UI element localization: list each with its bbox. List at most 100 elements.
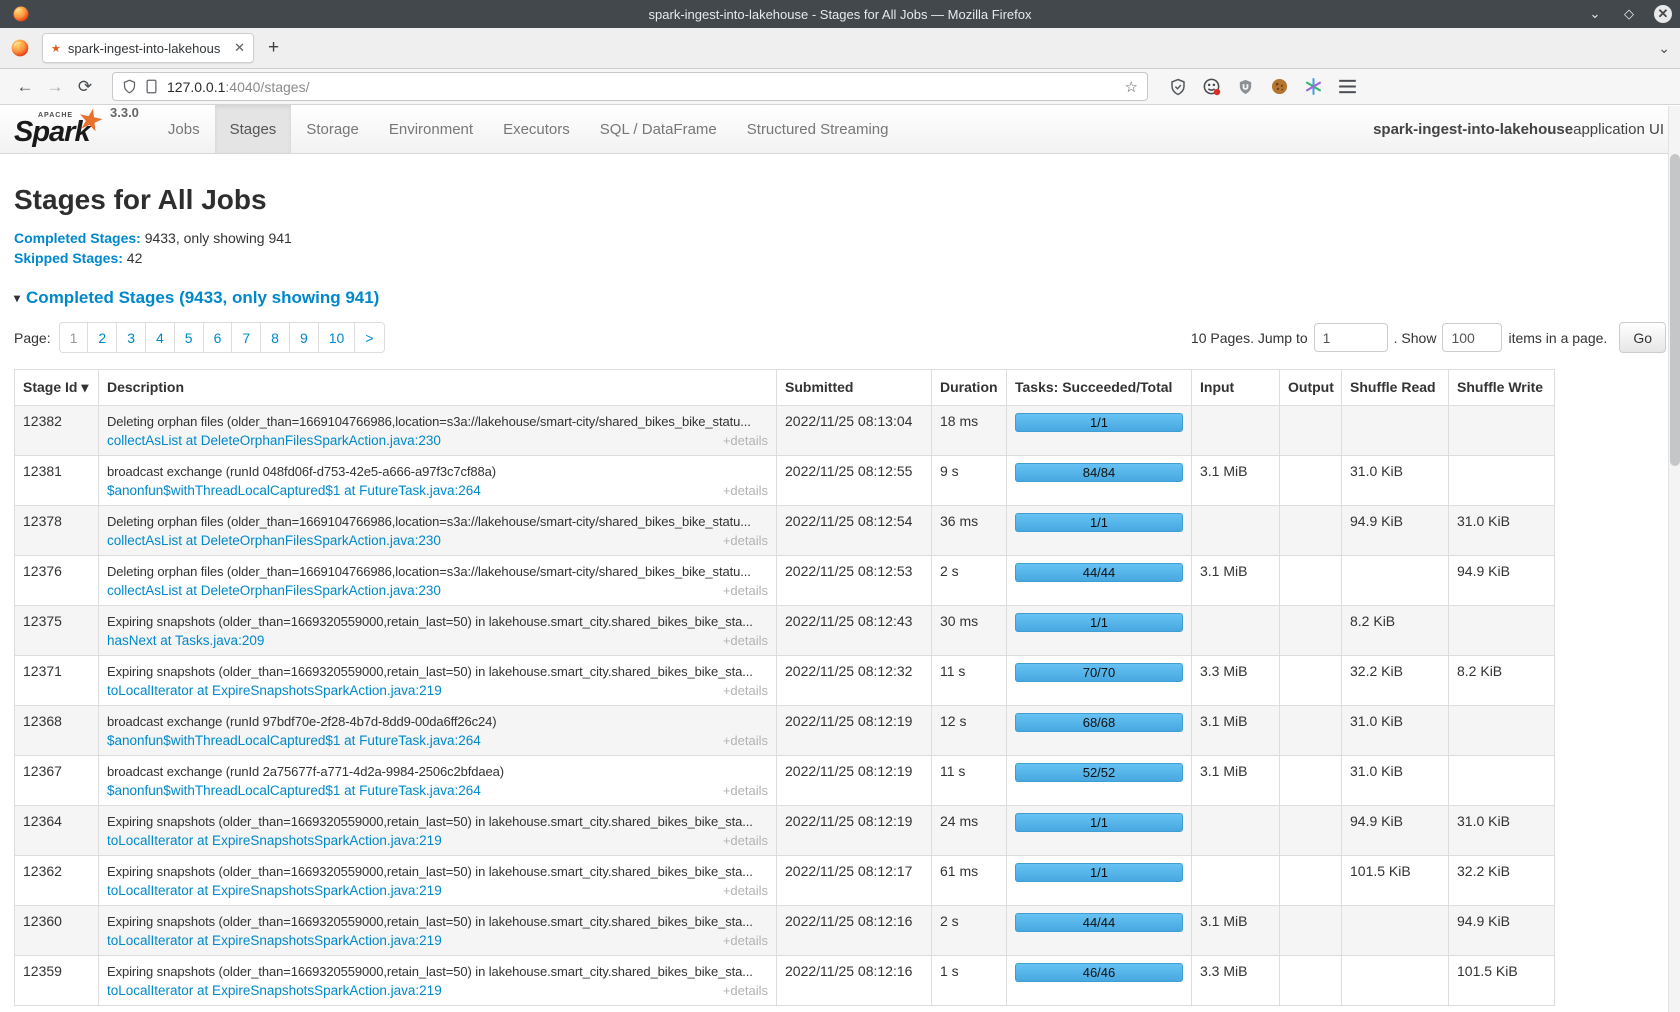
forward-button[interactable]: → [40, 77, 70, 97]
page-button-2[interactable]: 2 [87, 322, 117, 353]
spark-nav-item-stages[interactable]: Stages [215, 105, 292, 153]
stage-detail-link[interactable]: $anonfun$withThreadLocalCaptured$1 at Fu… [107, 483, 481, 498]
spark-nav-item-executors[interactable]: Executors [488, 105, 585, 153]
page-label: Page: [14, 330, 51, 346]
tasks-progress-bar: 1/1 [1015, 813, 1183, 832]
tracking-shield-icon[interactable] [122, 79, 137, 94]
window-close-button[interactable]: ✕ [1654, 5, 1672, 23]
tasks-cell: 46/46 [1007, 956, 1192, 1006]
page-button-6[interactable]: 6 [203, 322, 233, 353]
details-toggle[interactable]: +details [723, 933, 768, 948]
stage-description: Expiring snapshots (older_than=166932055… [107, 863, 768, 880]
stage-detail-link[interactable]: toLocalIterator at ExpireSnapshotsSparkA… [107, 683, 442, 698]
stage-detail-link[interactable]: toLocalIterator at ExpireSnapshotsSparkA… [107, 883, 442, 898]
details-toggle[interactable]: +details [723, 783, 768, 798]
details-toggle[interactable]: +details [723, 883, 768, 898]
details-toggle[interactable]: +details [723, 733, 768, 748]
items-per-page-input[interactable] [1442, 323, 1502, 352]
go-button[interactable]: Go [1619, 322, 1666, 353]
column-header-output[interactable]: Output [1280, 370, 1342, 406]
column-header-tasks-succeeded-total[interactable]: Tasks: Succeeded/Total [1007, 370, 1192, 406]
window-maximize-button[interactable]: ◇ [1620, 5, 1638, 23]
column-header-shuffle-read[interactable]: Shuffle Read [1342, 370, 1449, 406]
details-toggle[interactable]: +details [723, 483, 768, 498]
list-all-tabs-icon[interactable]: ⌄ [1658, 40, 1670, 57]
new-tab-button[interactable]: + [268, 37, 279, 59]
url-text[interactable]: 127.0.0.1:4040/stages/ [167, 79, 1125, 95]
shuffle-read-cell: 8.2 KiB [1342, 606, 1449, 656]
stage-detail-link[interactable]: collectAsList at DeleteOrphanFilesSparkA… [107, 433, 441, 448]
details-toggle[interactable]: +details [723, 983, 768, 998]
back-button[interactable]: ← [10, 77, 40, 97]
stage-detail-link[interactable]: collectAsList at DeleteOrphanFilesSparkA… [107, 583, 441, 598]
spark-logo[interactable]: APACHE Spark ★ [12, 105, 110, 153]
spark-nav-item-sql-dataframe[interactable]: SQL / DataFrame [585, 105, 732, 153]
tasks-progress-bar: 84/84 [1015, 463, 1183, 482]
description-cell: Expiring snapshots (older_than=166932055… [99, 806, 777, 856]
stage-detail-link[interactable]: $anonfun$withThreadLocalCaptured$1 at Fu… [107, 733, 481, 748]
stage-row-12367: 12367broadcast exchange (runId 2a75677f-… [15, 756, 1555, 806]
spark-nav-item-storage[interactable]: Storage [291, 105, 374, 153]
spark-favicon-icon: ★ [51, 42, 61, 55]
firefox-logo-icon [12, 5, 30, 23]
page-button-3[interactable]: 3 [116, 322, 146, 353]
input-cell: 3.3 MiB [1192, 956, 1280, 1006]
stage-detail-link[interactable]: $anonfun$withThreadLocalCaptured$1 at Fu… [107, 783, 481, 798]
site-info-icon[interactable] [145, 79, 158, 94]
extension-shield-check-icon[interactable] [1168, 77, 1187, 96]
stage-detail-link[interactable]: toLocalIterator at ExpireSnapshotsSparkA… [107, 833, 442, 848]
column-header-description[interactable]: Description [99, 370, 777, 406]
firefox-icon [10, 38, 30, 58]
page-button-7[interactable]: 7 [231, 322, 261, 353]
details-toggle[interactable]: +details [723, 433, 768, 448]
stage-detail-link[interactable]: hasNext at Tasks.java:209 [107, 633, 264, 648]
page-jump-controls: 10 Pages. Jump to . Show items in a page… [1191, 322, 1666, 353]
completed-stages-link[interactable]: Completed Stages: [14, 230, 141, 246]
page-button-4[interactable]: 4 [145, 322, 175, 353]
column-header-duration[interactable]: Duration [932, 370, 1007, 406]
page-button-1[interactable]: 1 [59, 322, 89, 353]
completed-stages-section-header[interactable]: ▾ Completed Stages (9433, only showing 9… [14, 288, 1666, 308]
page-button-5[interactable]: 5 [174, 322, 204, 353]
stage-detail-link[interactable]: toLocalIterator at ExpireSnapshotsSparkA… [107, 933, 442, 948]
browser-tab[interactable]: ★ spark-ingest-into-lakehous ✕ [42, 33, 254, 63]
hamburger-menu-icon[interactable] [1338, 77, 1357, 96]
scrollbar-thumb[interactable] [1670, 154, 1680, 466]
output-cell [1280, 756, 1342, 806]
column-header-stage-id[interactable]: Stage Id ▾ [15, 370, 99, 406]
stage-detail-link[interactable]: toLocalIterator at ExpireSnapshotsSparkA… [107, 983, 442, 998]
extension-cookie-icon[interactable] [1270, 77, 1289, 96]
page-button-8[interactable]: 8 [260, 322, 290, 353]
page-button-10[interactable]: 10 [318, 322, 356, 353]
tab-close-icon[interactable]: ✕ [234, 40, 245, 56]
url-bar[interactable]: 127.0.0.1:4040/stages/ ☆ [112, 72, 1148, 101]
column-header-submitted[interactable]: Submitted [777, 370, 932, 406]
extension-ublock-icon[interactable] [1236, 77, 1255, 96]
jump-to-page-input[interactable] [1314, 323, 1388, 352]
details-toggle[interactable]: +details [723, 833, 768, 848]
output-cell [1280, 706, 1342, 756]
details-toggle[interactable]: +details [723, 633, 768, 648]
bookmark-star-icon[interactable]: ☆ [1125, 78, 1138, 96]
column-header-shuffle-write[interactable]: Shuffle Write [1449, 370, 1555, 406]
tasks-cell: 44/44 [1007, 906, 1192, 956]
stage-id-cell: 12382 [15, 406, 99, 456]
column-header-input[interactable]: Input [1192, 370, 1280, 406]
details-toggle[interactable]: +details [723, 583, 768, 598]
skipped-stages-link[interactable]: Skipped Stages: [14, 250, 123, 266]
spark-nav-item-structured-streaming[interactable]: Structured Streaming [732, 105, 904, 153]
description-cell: Deleting orphan files (older_than=166910… [99, 506, 777, 556]
details-toggle[interactable]: +details [723, 683, 768, 698]
spark-nav-item-jobs[interactable]: Jobs [153, 105, 215, 153]
spark-nav-item-environment[interactable]: Environment [374, 105, 488, 153]
details-toggle[interactable]: +details [723, 533, 768, 548]
stage-detail-link[interactable]: collectAsList at DeleteOrphanFilesSparkA… [107, 533, 441, 548]
page-button-9[interactable]: 9 [289, 322, 319, 353]
extension-mask-icon[interactable] [1202, 77, 1221, 96]
window-minimize-button[interactable]: ⌄ [1586, 5, 1604, 23]
extension-asterisk-icon[interactable] [1304, 77, 1323, 96]
input-cell [1192, 506, 1280, 556]
next-page-button[interactable]: > [354, 322, 384, 353]
reload-button[interactable]: ⟳ [70, 77, 100, 97]
page-scrollbar[interactable] [1668, 106, 1680, 1012]
